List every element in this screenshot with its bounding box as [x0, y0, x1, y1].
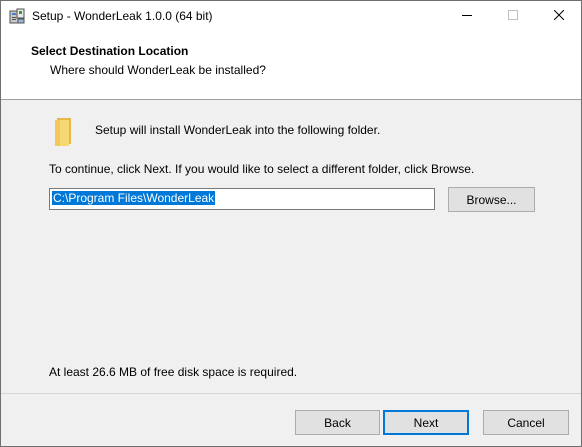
- installer-icon[interactable]: [9, 8, 25, 24]
- minimize-icon: [462, 9, 472, 23]
- close-button[interactable]: [536, 1, 581, 31]
- maximize-icon: [508, 9, 518, 23]
- window-title: Setup - WonderLeak 1.0.0 (64 bit): [32, 9, 213, 23]
- wizard-header: Select Destination Location Where should…: [1, 31, 581, 100]
- destination-path-value: C:\Program Files\WonderLeak: [52, 191, 216, 205]
- minimize-button[interactable]: [444, 1, 490, 31]
- intro-text: Setup will install WonderLeak into the f…: [95, 123, 381, 137]
- title-bar[interactable]: Setup - WonderLeak 1.0.0 (64 bit): [1, 1, 581, 31]
- setup-window: Setup - WonderLeak 1.0.0 (64 bit) Select…: [0, 0, 582, 447]
- folder-icon: [52, 116, 76, 146]
- page-subtitle: Where should WonderLeak be installed?: [50, 63, 266, 77]
- footer-divider: [1, 393, 581, 394]
- back-button[interactable]: Back: [295, 410, 380, 435]
- browse-button[interactable]: Browse...: [448, 187, 535, 212]
- page-title: Select Destination Location: [31, 44, 189, 58]
- cancel-button[interactable]: Cancel: [483, 410, 569, 435]
- destination-path-input[interactable]: C:\Program Files\WonderLeak: [49, 188, 435, 210]
- next-button[interactable]: Next: [383, 410, 469, 435]
- instruction-text: To continue, click Next. If you would li…: [49, 162, 475, 176]
- maximize-button[interactable]: [490, 1, 536, 31]
- disk-space-text: At least 26.6 MB of free disk space is r…: [49, 365, 298, 379]
- close-icon: [553, 9, 565, 23]
